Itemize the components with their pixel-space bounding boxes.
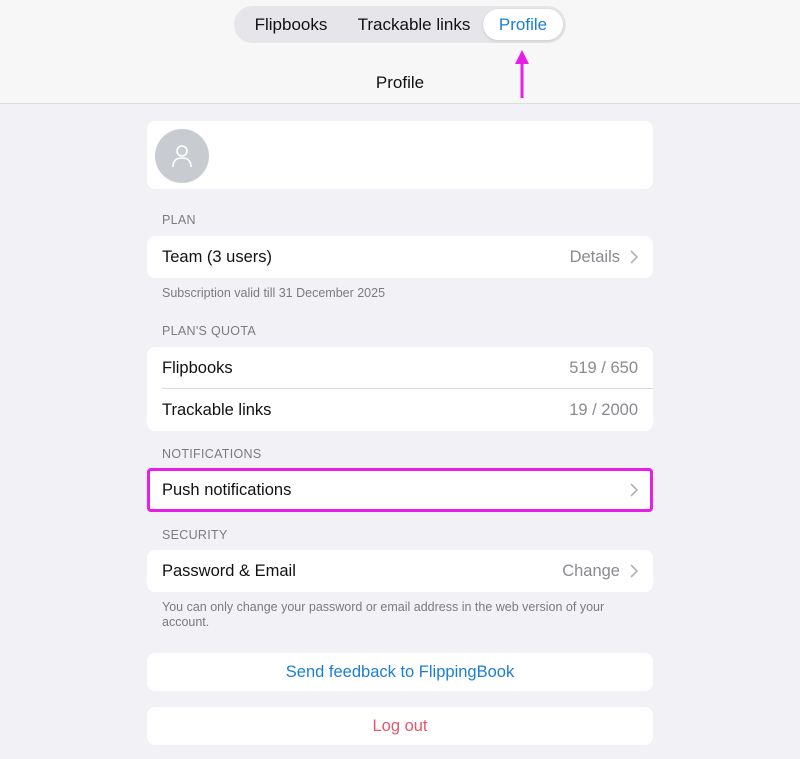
page-title: Profile	[375, 73, 425, 92]
security-card: Password & Email Change	[147, 550, 653, 592]
push-notifications-row[interactable]: Push notifications	[147, 470, 653, 510]
chevron-right-icon	[630, 564, 638, 578]
top-bar: Flipbooks Trackable links Profile Profil…	[0, 0, 800, 104]
avatar[interactable]	[155, 129, 209, 183]
push-notifications-label: Push notifications	[162, 480, 292, 499]
tab-profile[interactable]: Profile	[483, 9, 563, 40]
send-feedback-button[interactable]: Send feedback to FlippingBook	[147, 653, 653, 691]
plan-name: Team (3 users)	[162, 247, 273, 266]
chevron-right-icon	[630, 250, 638, 264]
change-link[interactable]: Change	[562, 562, 620, 581]
chevron-right-icon	[630, 483, 638, 497]
quota-value: 19 / 2000	[569, 400, 638, 419]
profile-card	[147, 121, 653, 189]
quota-card: Flipbooks 519 / 650 Trackable links 19 /…	[147, 347, 653, 431]
quota-row-trackable-links: Trackable links 19 / 2000	[147, 389, 653, 431]
password-email-row[interactable]: Password & Email Change	[147, 550, 653, 592]
log-out-button[interactable]: Log out	[147, 707, 653, 745]
plan-details-link[interactable]: Details	[570, 248, 620, 267]
section-label-notifications: NOTIFICATIONS	[162, 447, 262, 461]
plan-card: Team (3 users) Details	[147, 236, 653, 278]
subscription-note: Subscription valid till 31 December 2025	[162, 286, 386, 300]
person-icon	[172, 145, 192, 168]
quota-row-flipbooks: Flipbooks 519 / 650	[147, 347, 653, 389]
notifications-card: Push notifications	[147, 470, 653, 510]
password-email-label: Password & Email	[162, 561, 296, 580]
quota-label: Trackable links	[162, 400, 272, 419]
tab-trackable-links[interactable]: Trackable links	[345, 9, 483, 40]
security-note: You can only change your password or ema…	[162, 600, 605, 629]
segmented-control: Flipbooks Trackable links Profile	[234, 6, 566, 43]
quota-label: Flipbooks	[162, 358, 233, 377]
section-label-plan: PLAN	[162, 213, 196, 227]
section-label-security: SECURITY	[162, 528, 228, 542]
tab-flipbooks[interactable]: Flipbooks	[237, 9, 345, 40]
plan-row[interactable]: Team (3 users) Details	[147, 236, 653, 278]
quota-value: 519 / 650	[569, 358, 638, 377]
section-label-quota: PLAN'S QUOTA	[162, 324, 256, 338]
